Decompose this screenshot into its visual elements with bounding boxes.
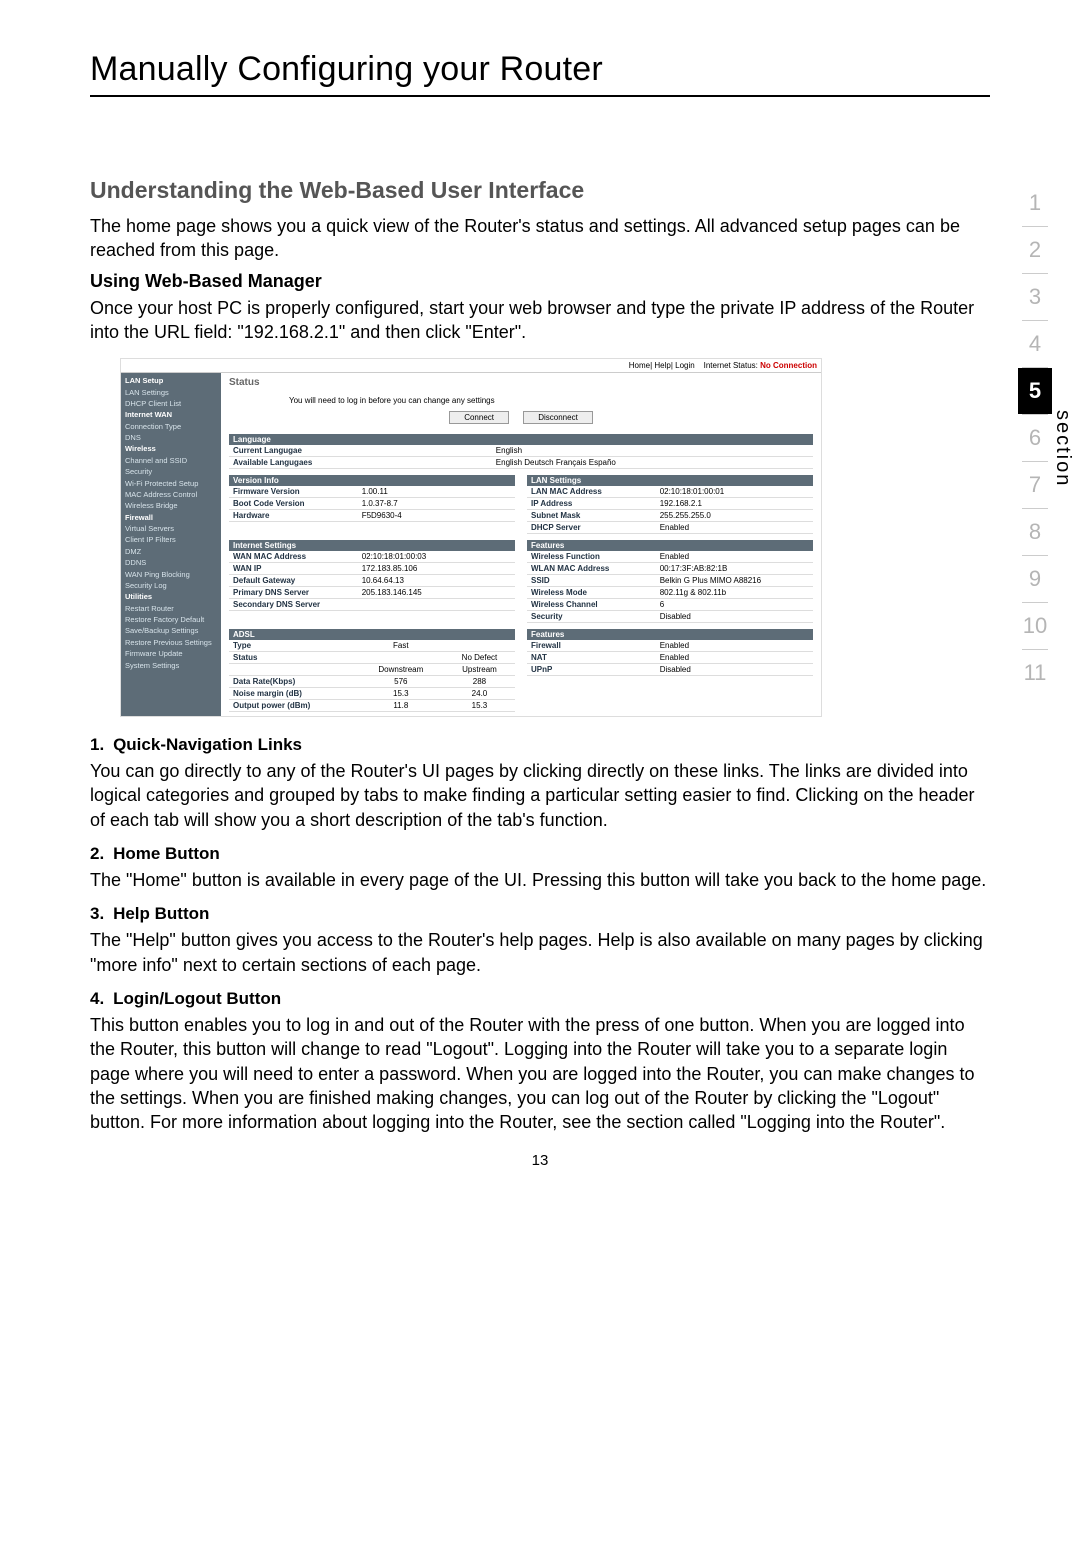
adsl-table: TypeFastStatusNo DefectDownstreamUpstrea… [229,640,515,712]
topbar-status-value: No Connection [760,361,817,370]
internet-table: WAN MAC Address02:10:18:01:00:03WAN IP17… [229,551,515,611]
login-note: You will need to log in before you can c… [289,396,813,405]
language-panel-title: Language [229,434,813,445]
nav-item[interactable]: Wireless Bridge [121,500,221,511]
item-body: The "Help" button gives you access to th… [90,928,990,977]
title-rule [90,95,990,97]
item-body: The "Home" button is available in every … [90,868,990,892]
section-tab-10[interactable]: 10 [1018,603,1052,649]
item-title: Quick-Navigation Links [113,735,302,754]
nav-item[interactable]: Firmware Update [121,648,221,659]
nav-item[interactable]: DMZ [121,546,221,557]
subheading-body: Once your host PC is properly configured… [90,296,990,345]
item-body: This button enables you to log in and ou… [90,1013,990,1134]
nav-item[interactable]: LAN Setup [121,375,221,386]
connect-button[interactable]: Connect [449,411,509,424]
nav-item[interactable]: Internet WAN [121,409,221,420]
section-label: section [1051,410,1074,487]
section-tab-2[interactable]: 2 [1018,227,1052,273]
section-tab-11[interactable]: 11 [1018,650,1052,696]
lan-table: LAN MAC Address02:10:18:01:00:01IP Addre… [527,486,813,534]
nav-item[interactable]: Channel and SSID [121,455,221,466]
language-table: Current LangugaeEnglishAvailable Languga… [229,445,813,469]
section-tab-1[interactable]: 1 [1018,180,1052,226]
item-number: 1. [90,735,104,754]
nav-item[interactable]: Wi-Fi Protected Setup [121,478,221,489]
item-title: Help Button [113,904,209,923]
nav-item[interactable]: Security Log [121,580,221,591]
nav-item[interactable]: LAN Settings [121,387,221,398]
nav-item[interactable]: Firewall [121,512,221,523]
section-tab-8[interactable]: 8 [1018,509,1052,555]
router-ui-screenshot: Home| Help| Login Internet Status: No Co… [120,358,822,717]
item-number: 4. [90,989,104,1008]
nav-item[interactable]: Virtual Servers [121,523,221,534]
features2-panel-title: Features [527,629,813,640]
nav-item[interactable]: MAC Address Control [121,489,221,500]
nav-item[interactable]: DHCP Client List [121,398,221,409]
page-title: Manually Configuring your Router [90,50,990,89]
nav-item[interactable]: Utilities [121,591,221,602]
section-tab-3[interactable]: 3 [1018,274,1052,320]
version-panel-title: Version Info [229,475,515,486]
section-tab-5[interactable]: 5 [1018,368,1052,414]
nav-item[interactable]: Connection Type [121,421,221,432]
nav-item[interactable]: DDNS [121,557,221,568]
item-number: 2. [90,844,104,863]
page-number: 13 [90,1152,990,1169]
topbar-links[interactable]: Home| Help| Login [629,361,695,370]
nav-item[interactable]: DNS [121,432,221,443]
item-title: Home Button [113,844,220,863]
features2-table: FirewallEnabledNATEnabledUPnPDisabled [527,640,813,676]
intro-text: The home page shows you a quick view of … [90,214,990,263]
section-tab-9[interactable]: 9 [1018,556,1052,602]
subheading-using-manager: Using Web-Based Manager [90,271,990,292]
item-body: You can go directly to any of the Router… [90,759,990,832]
section-tabs: 1234567891011 section [1018,180,1052,696]
features-table: Wireless FunctionEnabledWLAN MAC Address… [527,551,813,623]
internet-panel-title: Internet Settings [229,540,515,551]
lan-panel-title: LAN Settings [527,475,813,486]
nav-item[interactable]: System Settings [121,660,221,671]
status-title: Status [229,377,813,388]
topbar-status-label: Internet Status: [704,361,758,370]
router-nav[interactable]: LAN SetupLAN SettingsDHCP Client ListInt… [121,373,221,716]
section-tab-6[interactable]: 6 [1018,415,1052,461]
nav-item[interactable]: Client IP Filters [121,534,221,545]
nav-item[interactable]: Security [121,466,221,477]
adsl-panel-title: ADSL [229,629,515,640]
nav-item[interactable]: Restore Factory Default [121,614,221,625]
nav-item[interactable]: Save/Backup Settings [121,625,221,636]
item-title: Login/Logout Button [113,989,281,1008]
nav-item[interactable]: WAN Ping Blocking [121,569,221,580]
nav-item[interactable]: Restore Previous Settings [121,637,221,648]
section-heading: Understanding the Web-Based User Interfa… [90,177,990,204]
nav-item[interactable]: Wireless [121,443,221,454]
disconnect-button[interactable]: Disconnect [523,411,593,424]
nav-item[interactable]: Restart Router [121,603,221,614]
section-tab-4[interactable]: 4 [1018,321,1052,367]
version-table: Firmware Version1.00.11Boot Code Version… [229,486,515,522]
item-number: 3. [90,904,104,923]
section-tab-7[interactable]: 7 [1018,462,1052,508]
features-panel-title: Features [527,540,813,551]
